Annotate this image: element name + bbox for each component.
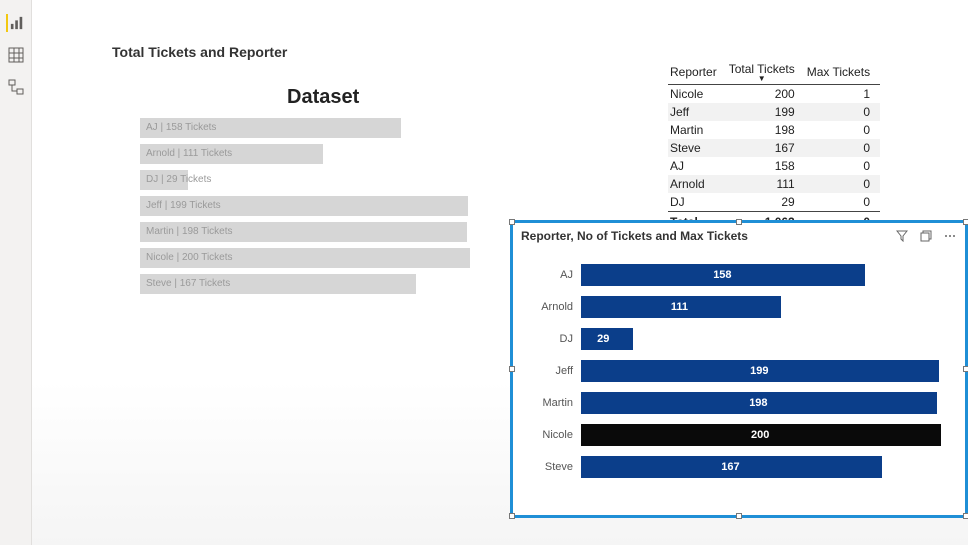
dataset-bar-label: Steve | 167 Tickets [146, 274, 230, 294]
dataset-bar-label: DJ | 29 Tickets [146, 170, 211, 190]
report-canvas[interactable]: Total Tickets and Reporter Dataset AJ | … [32, 0, 968, 545]
resize-handle[interactable] [963, 513, 968, 519]
table-row[interactable]: Arnold1110 [668, 175, 880, 193]
table-cell: 0 [805, 193, 880, 212]
dataset-bar-label: Nicole | 200 Tickets [146, 248, 233, 268]
table-cell: 29 [727, 193, 805, 212]
view-rail [0, 0, 32, 545]
table-cell: 0 [805, 175, 880, 193]
table-row[interactable]: Nicole2001 [668, 85, 880, 104]
dataset-title: Dataset [287, 86, 359, 109]
column-header[interactable]: Reporter [668, 60, 727, 85]
dataset-row[interactable]: Steve | 167 Tickets [140, 274, 490, 294]
resize-handle[interactable] [509, 513, 515, 519]
resize-handle[interactable] [963, 219, 968, 225]
chart-bar-area: 29 [581, 328, 955, 350]
filter-icon[interactable] [895, 229, 909, 243]
table-cell: Steve [668, 139, 727, 157]
table-row[interactable]: Jeff1990 [668, 103, 880, 121]
table-cell: 111 [727, 175, 805, 193]
table-cell: DJ [668, 193, 727, 212]
chart-data-label: 199 [750, 360, 768, 382]
chart-row[interactable]: Steve 167 [523, 455, 955, 479]
chart-category-label: Martin [523, 397, 581, 409]
table-cell: 158 [727, 157, 805, 175]
dataset-row[interactable]: Jeff | 199 Tickets [140, 196, 490, 216]
chart-row[interactable]: Martin 198 [523, 391, 955, 415]
table-cell: AJ [668, 157, 727, 175]
dataset-row[interactable]: DJ | 29 Tickets [140, 170, 490, 190]
chart-data-label: 167 [721, 456, 739, 478]
table-cell: 198 [727, 121, 805, 139]
resize-handle[interactable] [509, 366, 515, 372]
model-view-icon[interactable] [7, 78, 25, 96]
chart-bar-area: 158 [581, 264, 955, 286]
chart-category-label: DJ [523, 333, 581, 345]
chart-plot-area: AJ 158 Arnold 111 DJ 29 Jeff 199 Martin 198 Nicole… [523, 263, 955, 503]
table-row[interactable]: AJ1580 [668, 157, 880, 175]
chart-row[interactable]: Jeff 199 [523, 359, 955, 383]
chart-header: Reporter, No of Tickets and Max Tickets [513, 223, 965, 249]
chart-bar-area: 167 [581, 456, 955, 478]
table-cell: Jeff [668, 103, 727, 121]
table-cell: 0 [805, 121, 880, 139]
chart-row[interactable]: Arnold 111 [523, 295, 955, 319]
chart-category-label: Jeff [523, 365, 581, 377]
column-header[interactable]: Max Tickets [805, 60, 880, 85]
resize-handle[interactable] [736, 513, 742, 519]
resize-handle[interactable] [509, 219, 515, 225]
data-view-icon[interactable] [7, 46, 25, 64]
table-row[interactable]: DJ290 [668, 193, 880, 212]
resize-handle[interactable] [736, 219, 742, 225]
chart-bar-area: 200 [581, 424, 955, 446]
chart-category-label: Arnold [523, 301, 581, 313]
sort-desc-icon: ▼ [729, 76, 795, 82]
chart-data-label: 29 [597, 328, 609, 350]
chart-category-label: Nicole [523, 429, 581, 441]
dataset-row[interactable]: Arnold | 111 Tickets [140, 144, 490, 164]
focus-mode-icon[interactable] [919, 229, 933, 243]
table-cell: 199 [727, 103, 805, 121]
table-cell: Martin [668, 121, 727, 139]
table-cell: 0 [805, 103, 880, 121]
table-cell: 0 [805, 157, 880, 175]
more-options-icon[interactable] [943, 229, 957, 243]
column-header[interactable]: Total Tickets▼ [727, 60, 805, 85]
chart-bar-area: 199 [581, 360, 955, 382]
chart-data-label: 158 [713, 264, 731, 286]
dataset-bar-label: Jeff | 199 Tickets [146, 196, 221, 216]
chart-data-label: 198 [749, 392, 767, 414]
dataset-bar-label: Martin | 198 Tickets [146, 222, 233, 242]
table-cell: Nicole [668, 85, 727, 104]
chart-category-label: Steve [523, 461, 581, 473]
chart-row[interactable]: DJ 29 [523, 327, 955, 351]
dataset-bar-list[interactable]: AJ | 158 Tickets Arnold | 111 Tickets DJ |… [140, 118, 490, 300]
table-row[interactable]: Martin1980 [668, 121, 880, 139]
report-view-icon[interactable] [6, 14, 24, 32]
app-root: Total Tickets and Reporter Dataset AJ | … [0, 0, 968, 545]
table-cell: 0 [805, 139, 880, 157]
dataset-row[interactable]: Nicole | 200 Tickets [140, 248, 490, 268]
dataset-bar-label: AJ | 158 Tickets [146, 118, 216, 138]
chart-bar-area: 198 [581, 392, 955, 414]
table-row[interactable]: Steve1670 [668, 139, 880, 157]
bar-chart-visual[interactable]: Reporter, No of Tickets and Max Tickets … [510, 220, 968, 518]
page-title: Total Tickets and Reporter [112, 44, 287, 60]
table-cell: 167 [727, 139, 805, 157]
chart-row[interactable]: Nicole 200 [523, 423, 955, 447]
chart-data-label: 200 [751, 424, 769, 446]
chart-row[interactable]: AJ 158 [523, 263, 955, 287]
chart-title: Reporter, No of Tickets and Max Tickets [521, 229, 895, 243]
dataset-bar-label: Arnold | 111 Tickets [146, 144, 232, 164]
chart-bar-area: 111 [581, 296, 955, 318]
resize-handle[interactable] [963, 366, 968, 372]
chart-data-label: 111 [671, 296, 688, 318]
dataset-row[interactable]: AJ | 158 Tickets [140, 118, 490, 138]
dataset-row[interactable]: Martin | 198 Tickets [140, 222, 490, 242]
table-cell: 200 [727, 85, 805, 104]
chart-category-label: AJ [523, 269, 581, 281]
table-cell: 1 [805, 85, 880, 104]
table-visual[interactable]: ReporterTotal Tickets▼Max Tickets Nicole… [668, 60, 880, 231]
table-cell: Arnold [668, 175, 727, 193]
